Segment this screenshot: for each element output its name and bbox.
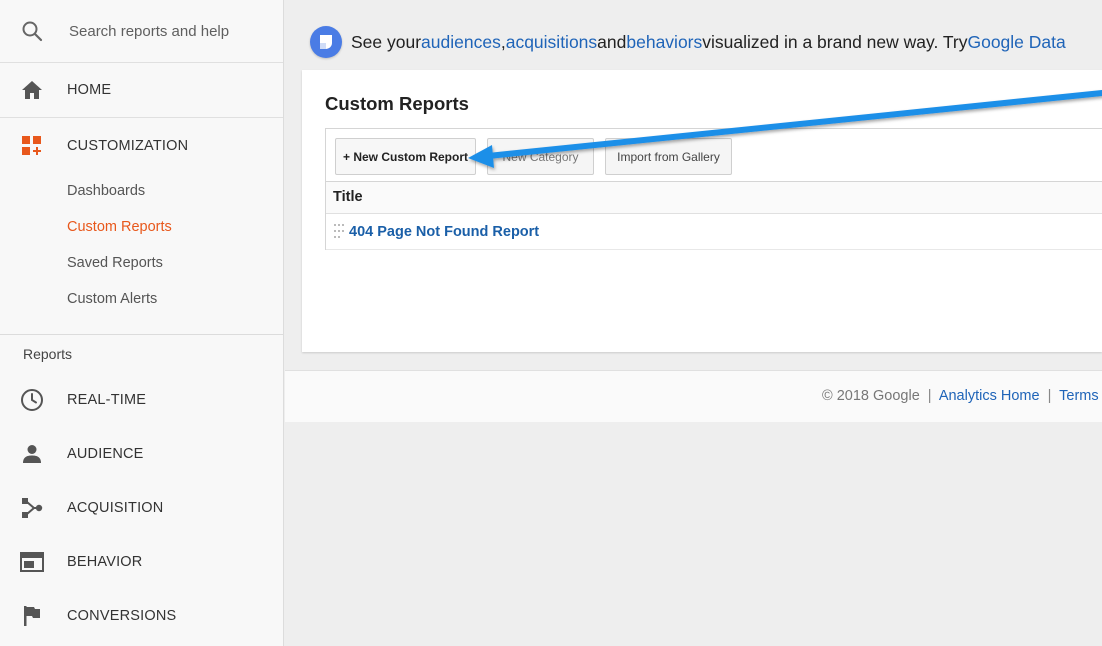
sidebar-item-label: BEHAVIOR — [67, 554, 143, 570]
footer: © 2018 Google | Analytics Home | Terms o… — [285, 370, 1102, 422]
custom-reports-table: + New Custom Report New Category Import … — [325, 128, 1102, 250]
behavior-icon — [20, 550, 44, 574]
search-input[interactable] — [69, 22, 259, 40]
sidebar-item-acquisition[interactable]: ACQUISITION — [0, 481, 283, 535]
report-link[interactable]: 404 Page Not Found Report — [349, 224, 539, 240]
sidebar-item-label: ACQUISITION — [67, 500, 164, 516]
acquisitions-link[interactable]: acquisitions — [506, 32, 597, 53]
sidebar: HOME CUSTOMIZATION Dashboards Custom Rep… — [0, 0, 284, 646]
search-bar — [0, 0, 283, 63]
sidebar-subitem-dashboards[interactable]: Dashboards — [0, 173, 283, 209]
import-from-gallery-button[interactable]: Import from Gallery — [605, 138, 732, 175]
sidebar-item-label: REAL-TIME — [67, 392, 147, 408]
custom-reports-card: Custom Reports + New Custom Report New C… — [302, 70, 1102, 352]
sidebar-item-label: CUSTOMIZATION — [67, 137, 189, 154]
google-data-studio-link[interactable]: Google Data — [967, 32, 1065, 53]
sidebar-item-conversions[interactable]: CONVERSIONS — [0, 589, 283, 643]
drag-handle-icon[interactable] — [334, 223, 344, 240]
footer-text: © 2018 Google | Analytics Home | Terms o… — [822, 388, 1102, 404]
sidebar-item-home[interactable]: HOME — [0, 63, 283, 118]
main-content: See your audiences , acquisitions and be… — [285, 0, 1102, 646]
table-row: 404 Page Not Found Report — [326, 214, 1102, 250]
sidebar-item-customization[interactable]: CUSTOMIZATION — [0, 118, 283, 173]
sidebar-subitem-saved-reports[interactable]: Saved Reports — [0, 245, 283, 281]
sidebar-subitem-custom-reports[interactable]: Custom Reports — [0, 209, 283, 245]
sidebar-item-behavior[interactable]: BEHAVIOR — [0, 535, 283, 589]
footer-separator: | — [927, 388, 932, 404]
analytics-home-link[interactable]: Analytics Home — [939, 388, 1040, 404]
banner-text: See your — [351, 31, 422, 52]
search-icon[interactable] — [20, 19, 44, 43]
table-toolbar: + New Custom Report New Category Import … — [326, 129, 1102, 182]
banner-text: and — [597, 31, 627, 52]
column-header-title[interactable]: Title — [326, 182, 1102, 214]
footer-separator: | — [1047, 388, 1052, 404]
behaviors-link[interactable]: behaviors — [626, 32, 702, 53]
flag-icon — [20, 604, 44, 628]
acquisition-icon — [20, 496, 44, 520]
new-category-button[interactable]: New Category — [487, 138, 594, 175]
sidebar-item-label: HOME — [67, 82, 112, 98]
announcement-banner: See your audiences , acquisitions and be… — [310, 26, 1066, 58]
reports-heading: Reports — [23, 346, 73, 362]
new-custom-report-button[interactable]: + New Custom Report — [335, 138, 476, 175]
sidebar-item-realtime[interactable]: REAL-TIME — [0, 373, 283, 427]
page-title: Custom Reports — [325, 93, 469, 114]
person-icon — [20, 442, 44, 466]
customization-icon — [20, 134, 44, 158]
banner-text: visualized in a brand new way. Try — [702, 31, 968, 52]
clock-icon — [20, 388, 44, 412]
data-studio-logo-icon — [310, 26, 342, 58]
audiences-link[interactable]: audiences — [421, 32, 501, 53]
customization-section: CUSTOMIZATION Dashboards Custom Reports … — [0, 118, 283, 335]
home-icon — [20, 78, 44, 102]
terms-link[interactable]: Terms of — [1059, 388, 1102, 404]
sidebar-item-audience[interactable]: AUDIENCE — [0, 427, 283, 481]
sidebar-item-label: AUDIENCE — [67, 446, 144, 462]
sidebar-item-label: CONVERSIONS — [67, 608, 177, 624]
copyright-text: © 2018 Google — [822, 388, 920, 404]
sidebar-subitem-custom-alerts[interactable]: Custom Alerts — [0, 281, 283, 317]
